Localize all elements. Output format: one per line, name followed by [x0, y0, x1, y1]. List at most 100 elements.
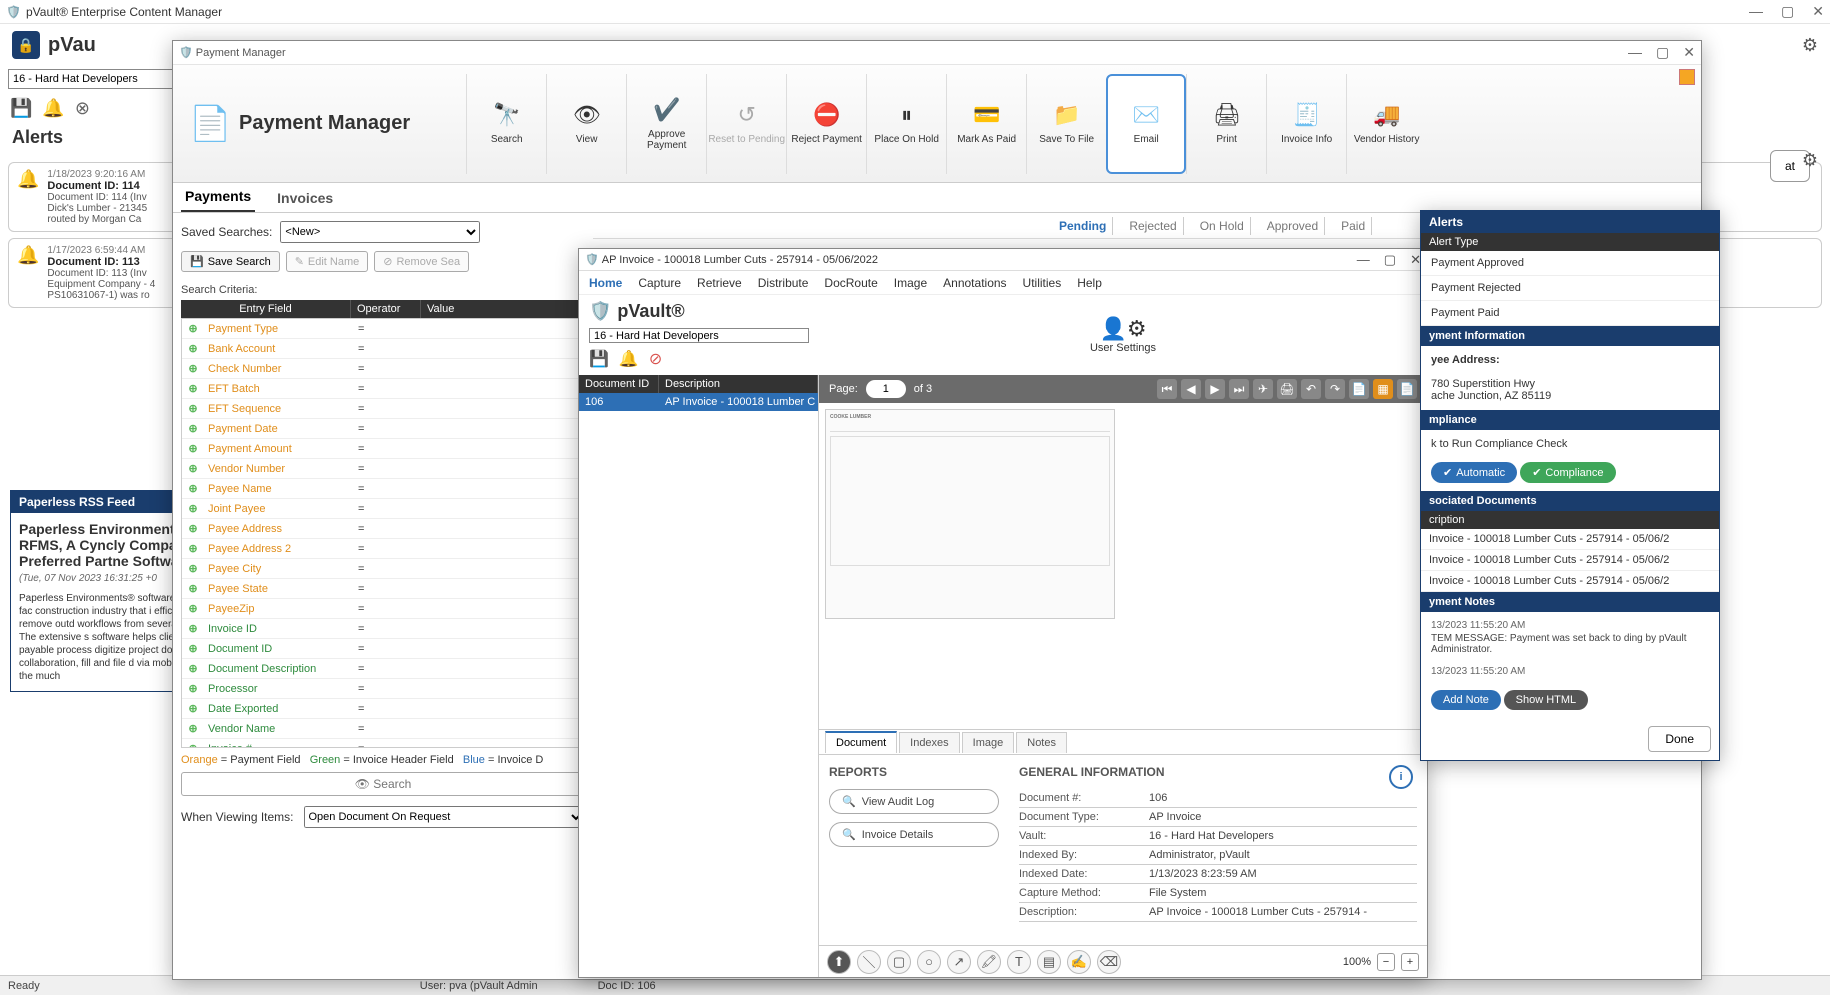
text-icon[interactable]: T — [1007, 950, 1031, 974]
add-icon[interactable]: ⊕ — [182, 422, 204, 435]
approve-payment-button[interactable]: ✔️Approve Payment — [626, 74, 706, 174]
tab-invoices[interactable]: Invoices — [273, 184, 337, 212]
save-icon[interactable]: 💾 — [10, 98, 32, 119]
zoom-in-icon[interactable]: + — [1401, 953, 1419, 971]
close-circle-icon[interactable]: ⊘ — [649, 349, 662, 369]
criteria-row[interactable]: ⊕Document Description= — [182, 659, 584, 679]
tab-document[interactable]: Document — [825, 731, 897, 753]
user-settings-icon[interactable]: 👤⚙ — [1099, 316, 1146, 342]
save-to-file-button[interactable]: 📁Save To File — [1026, 74, 1106, 174]
criteria-row[interactable]: ⊕Payee State= — [182, 579, 584, 599]
add-icon[interactable]: ⊕ — [182, 482, 204, 495]
doc-icon[interactable]: 📄 — [1349, 379, 1369, 399]
add-icon[interactable]: ⊕ — [182, 742, 204, 748]
send-icon[interactable]: ✈ — [1253, 379, 1273, 399]
add-icon[interactable]: ⊕ — [182, 622, 204, 635]
edit-name-button[interactable]: ✎ Edit Name — [286, 251, 369, 272]
filter-rejected[interactable]: Rejected — [1123, 217, 1183, 235]
fit-icon[interactable]: ▦ — [1373, 379, 1393, 399]
minimize-icon[interactable]: — — [1357, 252, 1370, 268]
minimize-icon[interactable]: — — [1749, 3, 1763, 20]
criteria-row[interactable]: ⊕Payee Name= — [182, 479, 584, 499]
add-icon[interactable]: ⊕ — [182, 402, 204, 415]
email-button[interactable]: ✉️Email — [1106, 74, 1186, 174]
close-circle-icon[interactable]: ⊗ — [75, 98, 90, 119]
alert-type-item[interactable]: Payment Rejected — [1421, 276, 1719, 301]
stamp-icon[interactable]: ▤ — [1037, 950, 1061, 974]
menu-annotations[interactable]: Annotations — [943, 276, 1006, 290]
filter-pending[interactable]: Pending — [1053, 217, 1113, 235]
gear-icon[interactable]: ⚙ — [1802, 35, 1818, 56]
vault-input[interactable] — [589, 328, 809, 343]
add-icon[interactable]: ⊕ — [182, 602, 204, 615]
add-icon[interactable]: ⊕ — [182, 582, 204, 595]
place-on-hold-button[interactable]: ⏸Place On Hold — [866, 74, 946, 174]
mark-as-paid-button[interactable]: 💳Mark As Paid — [946, 74, 1026, 174]
add-icon[interactable]: ⊕ — [182, 682, 204, 695]
add-icon[interactable]: ⊕ — [182, 362, 204, 375]
prev-page-icon[interactable]: ◀ — [1181, 379, 1201, 399]
doc-item[interactable]: Invoice - 100018 Lumber Cuts - 257914 - … — [1421, 550, 1719, 571]
menu-utilities[interactable]: Utilities — [1023, 276, 1062, 290]
add-icon[interactable]: ⊕ — [182, 322, 204, 335]
alert-badge-icon[interactable] — [1679, 69, 1695, 85]
criteria-row[interactable]: ⊕Invoice ID= — [182, 619, 584, 639]
add-icon[interactable]: ⊕ — [182, 722, 204, 735]
gear-icon[interactable]: ⚙ — [1802, 150, 1818, 171]
add-icon[interactable]: ⊕ — [182, 642, 204, 655]
tab-payments[interactable]: Payments — [181, 182, 255, 212]
next-page-icon[interactable]: ▶ — [1205, 379, 1225, 399]
info-icon[interactable]: i — [1389, 765, 1413, 789]
menu-distribute[interactable]: Distribute — [758, 276, 809, 290]
highlight-icon[interactable]: 🖍 — [977, 950, 1001, 974]
criteria-row[interactable]: ⊕EFT Sequence= — [182, 399, 584, 419]
circle-icon[interactable]: ○ — [917, 950, 941, 974]
criteria-row[interactable]: ⊕Payment Date= — [182, 419, 584, 439]
add-icon[interactable]: ⊕ — [182, 462, 204, 475]
print-icon[interactable]: 🖨 — [1277, 379, 1297, 399]
doc2-icon[interactable]: 📄 — [1397, 379, 1417, 399]
criteria-row[interactable]: ⊕Invoice #= — [182, 739, 584, 748]
view-audit-log-button[interactable]: 🔍 View Audit Log — [829, 789, 999, 814]
tab-notes[interactable]: Notes — [1016, 732, 1067, 753]
add-icon[interactable]: ⊕ — [182, 522, 204, 535]
add-note-button[interactable]: Add Note — [1431, 690, 1501, 710]
criteria-row[interactable]: ⊕Date Exported= — [182, 699, 584, 719]
reject-payment-button[interactable]: ⛔Reject Payment — [786, 74, 866, 174]
criteria-row[interactable]: ⊕Vendor Name= — [182, 719, 584, 739]
add-icon[interactable]: ⊕ — [182, 542, 204, 555]
first-page-icon[interactable]: ⏮ — [1157, 379, 1177, 399]
criteria-row[interactable]: ⊕Payee Address= — [182, 519, 584, 539]
arrow-icon[interactable]: ↗ — [947, 950, 971, 974]
criteria-row[interactable]: ⊕Bank Account= — [182, 339, 584, 359]
bell-icon[interactable]: 🔔 — [42, 98, 64, 119]
add-icon[interactable]: ⊕ — [182, 442, 204, 455]
add-icon[interactable]: ⊕ — [182, 702, 204, 715]
sign-icon[interactable]: ✍ — [1067, 950, 1091, 974]
maximize-icon[interactable]: ▢ — [1781, 3, 1794, 20]
criteria-row[interactable]: ⊕Payment Type= — [182, 319, 584, 339]
maximize-icon[interactable]: ▢ — [1384, 252, 1396, 268]
view-button[interactable]: 👁View — [546, 74, 626, 174]
alert-type-item[interactable]: Payment Approved — [1421, 251, 1719, 276]
doc-item[interactable]: Invoice - 100018 Lumber Cuts - 257914 - … — [1421, 529, 1719, 550]
done-button[interactable]: Done — [1648, 726, 1711, 752]
menu-image[interactable]: Image — [894, 276, 927, 290]
print-button[interactable]: 🖨Print — [1186, 74, 1266, 174]
criteria-row[interactable]: ⊕Processor= — [182, 679, 584, 699]
criteria-row[interactable]: ⊕Payee City= — [182, 559, 584, 579]
criteria-row[interactable]: ⊕Payment Amount= — [182, 439, 584, 459]
criteria-row[interactable]: ⊕EFT Batch= — [182, 379, 584, 399]
document-preview[interactable]: COOKE LUMBER — [819, 403, 1427, 729]
last-page-icon[interactable]: ⏭ — [1229, 379, 1249, 399]
menu-docroute[interactable]: DocRoute — [824, 276, 877, 290]
search-input[interactable] — [181, 772, 585, 796]
alert-type-item[interactable]: Payment Paid — [1421, 301, 1719, 326]
save-icon[interactable]: 💾 — [589, 349, 609, 369]
criteria-row[interactable]: ⊕Joint Payee= — [182, 499, 584, 519]
filter-approved[interactable]: Approved — [1261, 217, 1325, 235]
reset-pending-button[interactable]: ↺Reset to Pending — [706, 74, 786, 174]
rotate-right-icon[interactable]: ↷ — [1325, 379, 1345, 399]
page-input[interactable] — [866, 380, 906, 398]
maximize-icon[interactable]: ▢ — [1656, 44, 1669, 61]
